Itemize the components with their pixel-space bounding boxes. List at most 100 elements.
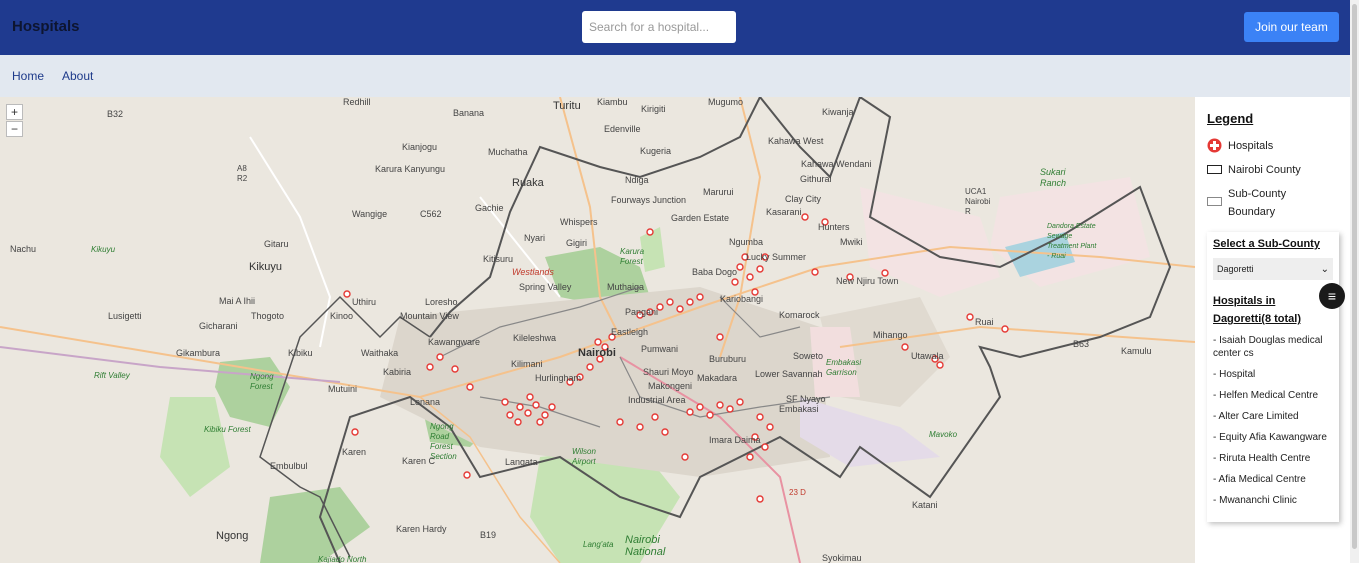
map-label: Embakasi Garrison: [826, 358, 862, 377]
map-label: Syokimau: [822, 553, 862, 563]
subcounty-select-title: Select a Sub-County: [1213, 238, 1320, 250]
map-label: Lower Savannah: [755, 369, 823, 379]
map-label: Embakasi: [779, 404, 819, 414]
list-item[interactable]: - Alter Care Limited: [1213, 410, 1337, 423]
list-item[interactable]: - Riruta Health Centre: [1213, 452, 1337, 465]
map-label: Mihango: [873, 330, 908, 340]
map-label: Kasarani: [766, 207, 802, 217]
hospital-list-title: Hospitals in Dagoretti(8 total): [1213, 295, 1301, 325]
map-label: Marurui: [703, 187, 734, 197]
join-team-button[interactable]: Join our team: [1244, 12, 1339, 42]
zoom-in-button[interactable]: +: [6, 104, 23, 120]
header: Hospitals Join our team: [0, 0, 1359, 55]
map-label: Kileleshwa: [513, 333, 557, 343]
legend-hospitals-label: Hospitals: [1228, 140, 1274, 152]
map-label: Banana: [453, 108, 485, 118]
scrollbar-thumb[interactable]: [1352, 4, 1357, 549]
map-label: Ndiga: [625, 175, 649, 185]
zoom-out-button[interactable]: −: [6, 121, 23, 137]
subcounty-boundary-icon: [1207, 197, 1222, 206]
list-item[interactable]: - Hospital: [1213, 368, 1337, 381]
search-input[interactable]: [582, 11, 736, 43]
map-label: Kiambu: [597, 97, 628, 107]
subcounty-select[interactable]: Dagoretti ⌄: [1213, 258, 1333, 280]
map-label: Karura Forest: [620, 247, 645, 266]
map-label: Redhill: [343, 97, 371, 107]
map-label: Lenana: [410, 397, 441, 407]
subcounty-select-value: Dagoretti: [1217, 264, 1254, 274]
map-label: Kitisuru: [483, 254, 514, 264]
nav-home-link[interactable]: Home: [12, 69, 44, 83]
list-filter-icon[interactable]: ≡: [1319, 283, 1345, 309]
list-item[interactable]: - Helfen Medical Centre: [1213, 389, 1337, 402]
map-label: Kajiado North: [318, 555, 367, 563]
map-label: Nairobi National: [625, 534, 666, 558]
map-label: Muchatha: [488, 147, 528, 157]
list-item[interactable]: - Afia Medical Centre: [1213, 473, 1337, 486]
map-label: Makongeni: [648, 381, 693, 391]
map-label: Thogoto: [251, 311, 285, 321]
legend-county-label: Nairobi County: [1228, 164, 1301, 176]
map-label: Ngong Road Forest Section: [430, 422, 457, 461]
map-label: Kikuyu: [91, 245, 116, 254]
map-label: Kianjogu: [402, 142, 438, 152]
nav-about-link[interactable]: About: [62, 69, 93, 83]
map-label: Gicharani: [199, 321, 238, 331]
map-label: Mai A Ihii: [219, 296, 256, 306]
map-label: C562: [420, 209, 442, 219]
map-label: Nachu: [10, 244, 37, 254]
map-label: Kikuyu: [249, 261, 283, 273]
map-label: Shauri Moyo: [643, 367, 694, 377]
hospital-list: - Isaiah Douglas medical center cs - Hos…: [1213, 334, 1337, 515]
hospital-cross-icon: [1207, 138, 1222, 156]
map-label: Gikambura: [176, 348, 221, 358]
map-label: Mugumo: [708, 97, 744, 107]
map-label: B32: [107, 109, 124, 119]
map-label: Kiwanja: [822, 107, 854, 117]
map-label: Wangige: [352, 209, 388, 219]
map-label: Kilimani: [511, 359, 543, 369]
map-label: Kibiku: [288, 348, 313, 358]
map-label: Loresho: [425, 297, 458, 307]
chevron-down-icon: ⌄: [1320, 263, 1329, 275]
map-label: Makadara: [697, 373, 738, 383]
map-label: SF Nyayo: [786, 394, 826, 404]
map-view[interactable]: + − Redhill Banana Turitu Kiambu Kirigit…: [0, 97, 1195, 563]
map-label: Mutuini: [328, 384, 358, 394]
list-item[interactable]: - Equity Afia Kawangware: [1213, 431, 1337, 444]
app-title: Hospitals: [12, 18, 80, 35]
map-label: Kariobangi: [720, 294, 764, 304]
map-base: [0, 97, 1195, 563]
map-label: Ngumba: [729, 237, 764, 247]
map-label: Mountain View: [400, 311, 459, 321]
map-label: Imara Daima: [709, 435, 761, 445]
page-scrollbar[interactable]: [1350, 0, 1359, 563]
map-label: Mavoko: [929, 430, 958, 439]
map-label: Sukari Ranch: [1040, 167, 1067, 188]
map-label: B19: [480, 530, 497, 540]
map-label: Garden Estate: [671, 213, 730, 223]
legend-title: Legend: [1207, 111, 1254, 126]
map-label: UCA1 Nairobi R: [965, 187, 991, 216]
list-item[interactable]: - Mwananchi Clinic: [1213, 494, 1337, 507]
map-label: Wilson Airport: [572, 447, 596, 466]
map-label: Pangani: [625, 307, 659, 317]
map-label: Clay City: [785, 194, 822, 204]
map-label: Kawangware: [428, 337, 481, 347]
map-label: Gitaru: [264, 239, 289, 249]
map-label: Kahawa West: [768, 136, 824, 146]
map-label: 23 D: [789, 488, 806, 497]
map-label: Karen Hardy: [396, 524, 447, 534]
map-label: Githurai: [800, 174, 832, 184]
map-label: Karen: [342, 447, 367, 457]
list-item[interactable]: - Isaiah Douglas medical center cs: [1213, 334, 1337, 360]
map-label: Ngong Forest: [250, 372, 274, 391]
map-label: New Njiru Town: [836, 276, 899, 286]
subcounty-card: Select a Sub-County Dagoretti ⌄ Hospital…: [1207, 232, 1339, 522]
map-label: A8 R2: [237, 164, 248, 183]
map-label: Karura Kanyungu: [375, 164, 446, 174]
map-label: Katani: [912, 500, 938, 510]
map-label: Soweto: [793, 351, 824, 361]
map-label: Kabiria: [383, 367, 412, 377]
map-label: Ngong: [216, 530, 249, 542]
